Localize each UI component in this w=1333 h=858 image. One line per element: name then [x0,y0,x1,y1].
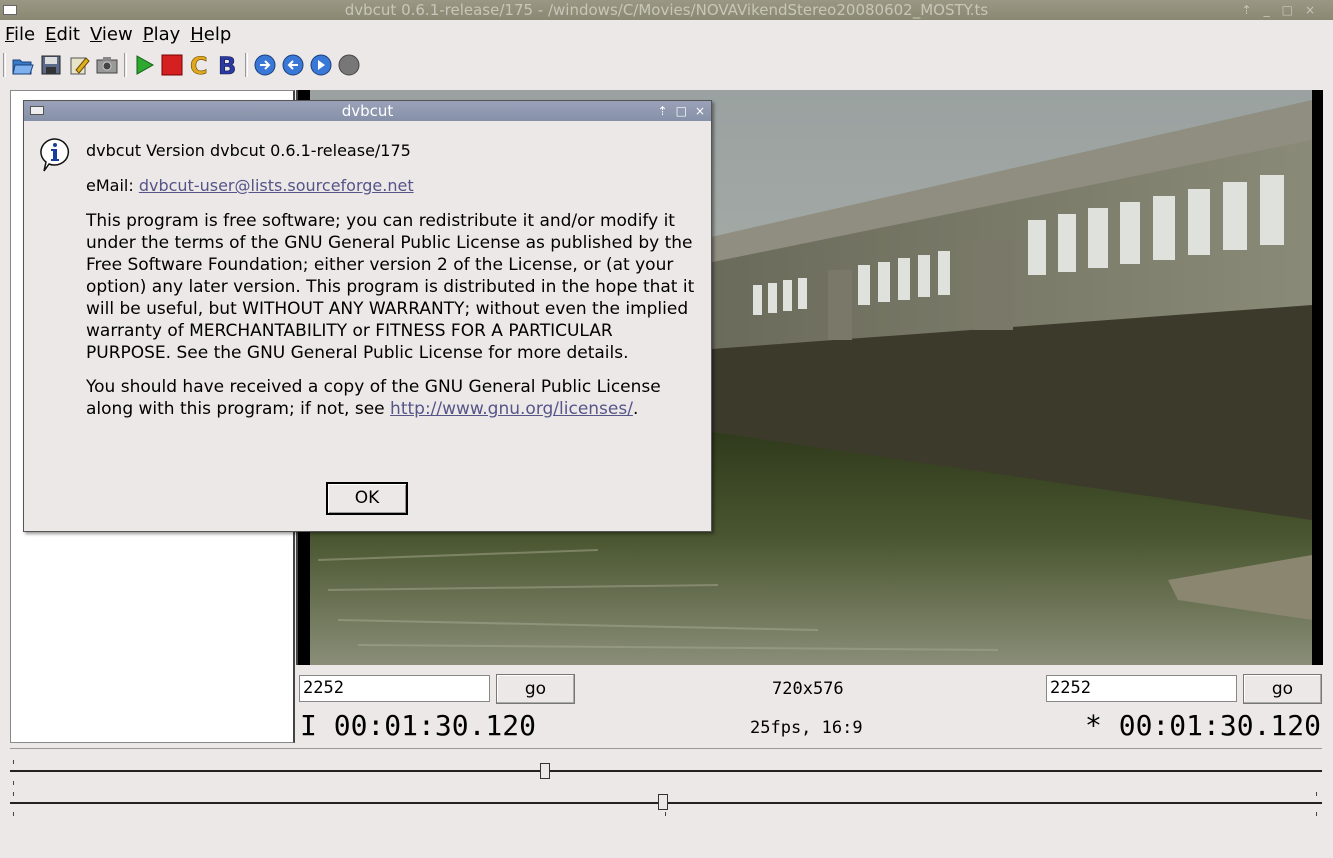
save-button[interactable] [38,52,64,78]
slider-tick [1316,812,1317,816]
window-titlebar: dvbcut 0.6.1-release/175 - /windows/C/Mo… [0,0,1333,20]
next-button[interactable] [308,52,334,78]
jump-back-icon [282,54,304,76]
stop-icon [161,54,183,76]
c-button[interactable]: C [187,52,213,78]
stop-button[interactable] [159,52,185,78]
fps-aspect-label: 25fps, 16:9 [750,718,863,738]
ok-button[interactable]: OK [326,482,408,515]
play-icon [136,55,155,75]
open-icon [12,59,34,75]
open-button[interactable] [10,52,36,78]
maximize-icon[interactable]: □ [1282,3,1305,17]
fine-slider-handle[interactable] [658,794,669,810]
slider-divider [10,748,1322,749]
slider-tick [13,760,14,764]
left-go-button[interactable]: go [496,674,575,704]
next-icon [310,54,332,76]
menu-edit[interactable]: Edit [40,22,85,48]
record-button[interactable] [336,52,362,78]
toolbar: C B [0,50,1333,80]
license-paragraph-1: This program is free software; you can r… [86,211,695,363]
right-go-button[interactable]: go [1243,674,1322,704]
coarse-slider-track[interactable] [10,770,1322,772]
resolution-label: 720x576 [772,679,844,699]
minimize-icon[interactable]: _ [1264,3,1282,17]
menu-view[interactable]: View [85,22,138,48]
right-timecode: * 00:01:30.120 [1085,709,1322,742]
dialog-controls: ⇡ □ × [658,101,705,121]
jump-forward-icon [254,54,276,76]
email-line: eMail: dvbcut-user@lists.sourceforge.net [86,176,701,195]
toolbar-separator [124,53,127,77]
jump-back-button[interactable] [280,52,306,78]
svg-text:B: B [218,53,236,77]
save-icon [41,55,61,75]
edit-icon [70,57,90,75]
dialog-menu-icon[interactable] [30,106,44,115]
license-url-link[interactable]: http://www.gnu.org/licenses/ [390,399,633,419]
shade-icon[interactable]: ⇡ [1242,3,1264,17]
dialog-titlebar: dvbcut ⇡ □ × [24,101,711,121]
coarse-slider-handle[interactable] [540,763,551,779]
b-button[interactable]: B [215,52,241,78]
close-icon[interactable]: × [1305,3,1327,17]
right-frame-input[interactable]: 2252 [1046,675,1237,702]
dialog-title: dvbcut [341,102,394,120]
about-dialog: dvbcut ⇡ □ × dvbcut Version dvbcut 0.6.1… [23,100,712,532]
slider-tick [13,812,14,816]
info-icon [39,137,71,178]
left-frame-input[interactable]: 2252 [299,675,490,702]
slider-tick [13,781,14,785]
slider-tick [1316,792,1317,796]
license-p2-end: . [632,399,639,419]
slider-tick [13,792,14,796]
window-controls: ⇡_□× [1242,0,1327,20]
dialog-shade-icon[interactable]: ⇡ [658,101,668,121]
snapshot-icon [96,57,118,74]
license-paragraph-2: You should have received a copy of the G… [86,376,701,420]
dialog-maximize-icon[interactable]: □ [676,101,687,121]
menu-play[interactable]: Play [138,22,186,48]
toolbar-separator [245,53,248,77]
edit-button[interactable] [66,52,92,78]
window-menu-icon[interactable] [3,5,17,15]
slider-tick [665,812,666,816]
version-text: dvbcut Version dvbcut 0.6.1-release/175 [86,141,411,160]
svg-text:C: C [190,53,208,77]
dialog-close-icon[interactable]: × [695,101,705,121]
email-label: eMail: [86,176,139,195]
jump-forward-button[interactable] [252,52,278,78]
play-button[interactable] [131,52,157,78]
menu-bar: File Edit View Play Help [0,22,236,48]
window-title: dvbcut 0.6.1-release/175 - /windows/C/Mo… [344,1,989,19]
toolbar-separator [3,53,6,77]
snapshot-button[interactable] [94,52,120,78]
left-timecode: I 00:01:30.120 [300,709,537,742]
c-icon: C [190,53,208,77]
menu-file[interactable]: File [0,22,40,48]
record-icon [338,54,360,76]
email-link[interactable]: dvbcut-user@lists.sourceforge.net [139,176,414,195]
b-icon: B [218,53,237,77]
menu-help[interactable]: Help [185,22,236,48]
dialog-body: dvbcut Version dvbcut 0.6.1-release/175 … [86,141,701,432]
